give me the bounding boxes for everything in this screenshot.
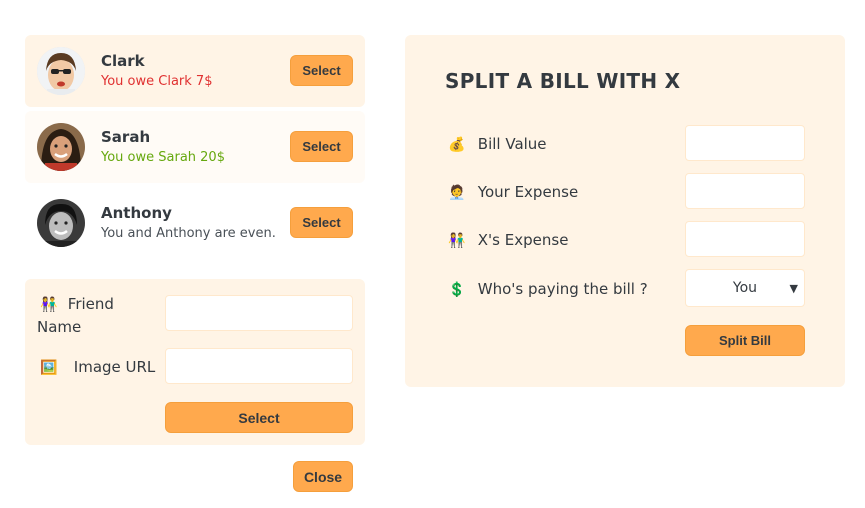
- split-bill-button[interactable]: Split Bill: [685, 325, 805, 356]
- image-icon: 🖼️: [40, 360, 58, 376]
- close-button[interactable]: Close: [293, 461, 353, 492]
- split-bill-form: SPLIT A BILL WITH X 💰 Bill Value 🧑‍💼 You…: [405, 35, 845, 387]
- select-clark-button[interactable]: Select: [290, 55, 353, 86]
- dollar-icon: 💲: [448, 282, 466, 298]
- friend-name-label: 👫 Friend Name: [37, 295, 114, 336]
- image-url-input[interactable]: [165, 348, 353, 384]
- person-icon: 🧑‍💼: [448, 185, 466, 201]
- image-url-label: 🖼️ Image URL: [39, 356, 155, 379]
- your-expense-label: 🧑‍💼 Your Expense: [447, 181, 578, 204]
- avatar: [37, 199, 85, 247]
- friend-expense-input[interactable]: [685, 221, 805, 257]
- avatar: [37, 123, 85, 171]
- friend-name-input[interactable]: [165, 295, 353, 331]
- add-friend-button[interactable]: Select: [165, 402, 353, 433]
- friend-item-clark[interactable]: Clark You owe Clark 7$ Select: [25, 35, 365, 107]
- split-title: SPLIT A BILL WITH X: [445, 69, 681, 93]
- bill-value-label: 💰 Bill Value: [447, 133, 546, 156]
- friends-list: Clark You owe Clark 7$ Select Sarah You …: [25, 35, 365, 263]
- your-expense-input[interactable]: [685, 173, 805, 209]
- friend-item-sarah[interactable]: Sarah You owe Sarah 20$ Select: [25, 111, 365, 183]
- chevron-down-icon: ▼: [789, 282, 798, 295]
- select-sarah-button[interactable]: Select: [290, 131, 353, 162]
- friend-expense-label: 👫 X's Expense: [447, 229, 568, 252]
- bill-value-input[interactable]: [685, 125, 805, 161]
- people-icon: 👫: [40, 297, 58, 313]
- payer-label: 💲 Who's paying the bill ?: [447, 278, 647, 301]
- payer-select[interactable]: You ▼: [685, 269, 805, 307]
- select-anthony-button[interactable]: Select: [290, 207, 353, 238]
- add-friend-form: 👫 Friend Name 🖼️ Image URL Select: [25, 279, 365, 445]
- avatar: [37, 47, 85, 95]
- friend-item-anthony[interactable]: Anthony You and Anthony are even. Select: [25, 187, 365, 259]
- payer-selected-value: You: [732, 280, 758, 296]
- people-icon: 👫: [448, 233, 466, 249]
- money-bag-icon: 💰: [448, 137, 466, 153]
